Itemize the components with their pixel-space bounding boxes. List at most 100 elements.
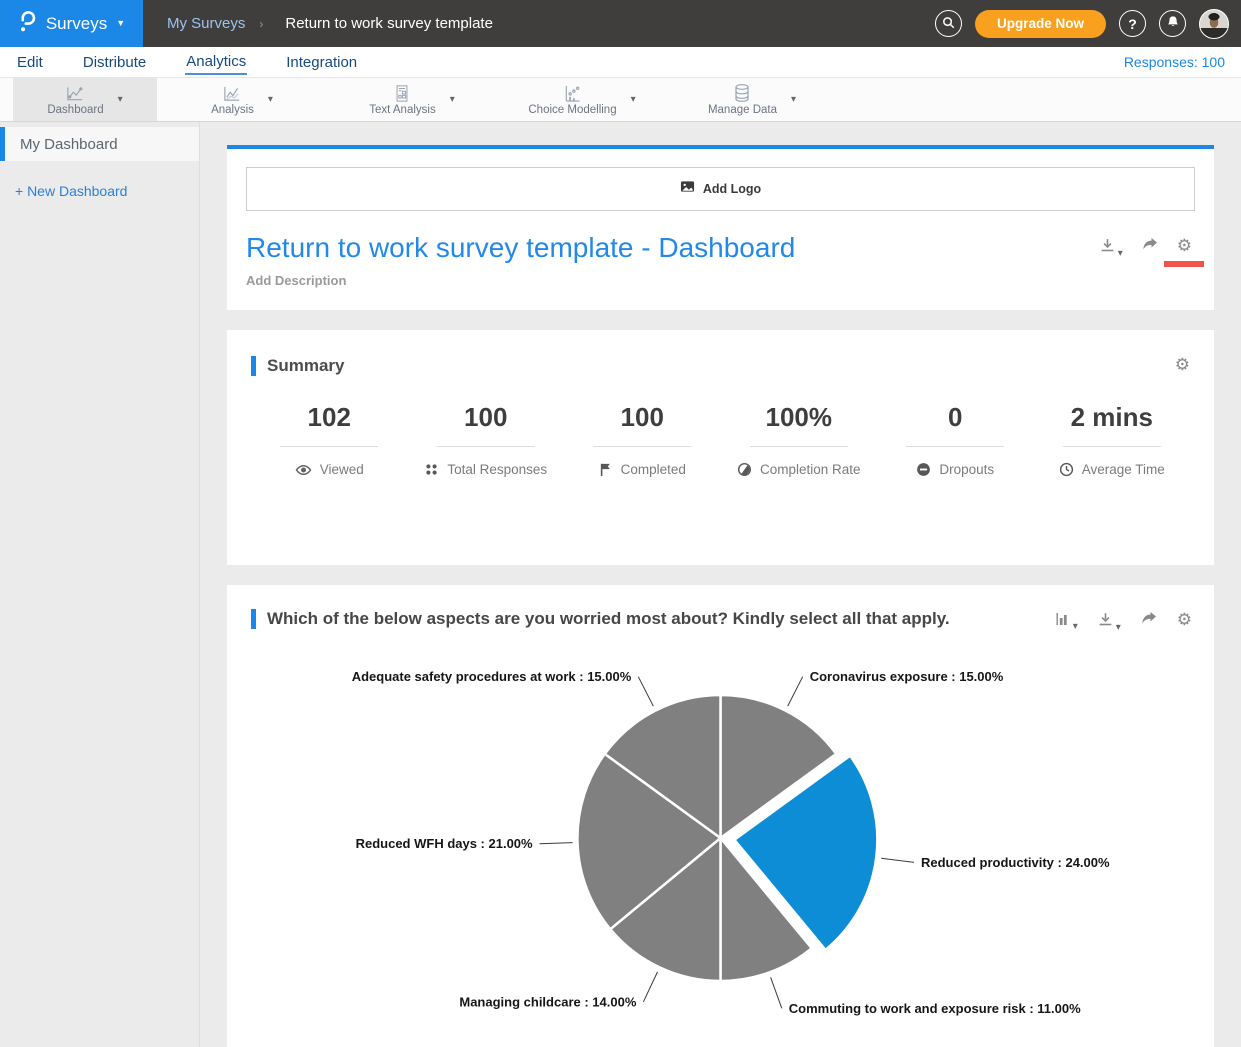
line-chart-icon (65, 84, 85, 103)
summary-settings-button[interactable]: ⚙ (1175, 356, 1190, 373)
summary-stat-viewed: 102 Viewed (251, 402, 408, 477)
stat-divider (906, 446, 1004, 447)
download-button[interactable]: ▾ (1097, 611, 1121, 633)
settings-button[interactable]: ⚙ (1177, 611, 1192, 628)
toolbar-item-choice-modelling[interactable]: Choice Modelling ▾ (497, 78, 667, 121)
dashboard-title[interactable]: Return to work survey template - Dashboa… (246, 233, 1195, 263)
add-logo-box[interactable]: Add Logo (246, 167, 1195, 211)
eye-icon (295, 463, 312, 477)
pie-label-commuting-to-work-and-exposure-risk: Commuting to work and exposure risk : 11… (789, 1001, 1081, 1016)
chevron-down-icon[interactable]: ▾ (631, 95, 636, 105)
download-icon (1099, 237, 1116, 259)
topbar: Surveys ▼ My Surveys › Return to work su… (0, 0, 1241, 47)
flag-icon (599, 462, 613, 477)
upgrade-now-button[interactable]: Upgrade Now (975, 10, 1106, 38)
pie-label-leader (788, 677, 803, 706)
gear-icon: ⚙ (1177, 611, 1192, 628)
image-icon (680, 179, 695, 199)
chevron-down-icon: ▾ (1118, 249, 1123, 259)
pie-label-leader (881, 858, 914, 862)
summary-stat-completion-rate: 100% Completion Rate (721, 402, 878, 477)
questionpro-logo-icon (18, 9, 37, 38)
share-icon (1140, 611, 1158, 632)
chevron-down-icon[interactable]: ▾ (450, 95, 455, 105)
stat-value: 100% (721, 402, 878, 433)
breadcrumb-current-page: Return to work survey template (285, 15, 493, 32)
dashboard-header-card: Add Logo Return to work survey template … (227, 145, 1214, 310)
pie-label-coronavirus-exposure: Coronavirus exposure : 15.00% (810, 669, 1004, 684)
pie-label-leader (643, 972, 657, 1002)
chart-type-button[interactable]: ▾ (1055, 611, 1078, 632)
stat-label: Completed (621, 462, 686, 477)
download-icon (1097, 611, 1114, 633)
pie-chart: Coronavirus exposure : 15.00% Reduced pro… (251, 637, 1190, 1037)
stat-divider (593, 446, 691, 447)
add-logo-label: Add Logo (703, 182, 761, 196)
responses-count-link[interactable]: Responses: 100 (1124, 54, 1225, 70)
toolbar-item-text-analysis[interactable]: Text Analysis ▾ (327, 78, 497, 121)
stat-label: Average Time (1082, 462, 1165, 477)
stat-label: Dropouts (939, 462, 994, 477)
product-name: Surveys (46, 14, 107, 34)
share-button[interactable] (1141, 237, 1159, 258)
stat-divider (750, 446, 848, 447)
summary-title: Summary (267, 356, 344, 376)
user-avatar[interactable] (1199, 9, 1229, 39)
stat-value: 100 (408, 402, 565, 433)
summary-stat-dropouts: 0 Dropouts (877, 402, 1034, 477)
breadcrumb: My Surveys › Return to work survey templ… (167, 15, 493, 32)
add-description-button[interactable]: Add Description (246, 273, 1195, 288)
settings-button[interactable]: ⚙ (1177, 237, 1192, 254)
sidebar-item-my-dashboard[interactable]: My Dashboard (0, 127, 199, 161)
toolbar-item-analysis[interactable]: Analysis ▾ (157, 78, 327, 121)
main-content: Add Logo Return to work survey template … (200, 122, 1241, 1047)
gear-icon: ⚙ (1175, 356, 1190, 373)
new-dashboard-button[interactable]: + New Dashboard (15, 183, 199, 199)
share-icon (1141, 237, 1159, 258)
stat-divider (280, 446, 378, 447)
share-button[interactable] (1140, 611, 1158, 632)
highlight-underline (1164, 261, 1204, 267)
search-button[interactable] (935, 10, 962, 37)
download-button[interactable]: ▾ (1099, 237, 1123, 259)
help-button[interactable]: ? (1119, 10, 1146, 37)
breadcrumb-separator: › (259, 17, 263, 31)
stat-label: Viewed (320, 462, 364, 477)
stat-value: 102 (251, 402, 408, 433)
stat-label: Completion Rate (760, 462, 861, 477)
text-document-icon (393, 84, 411, 103)
section-accent-bar (251, 609, 256, 629)
chevron-down-icon[interactable]: ▾ (268, 95, 273, 105)
half-circle-icon (737, 462, 752, 477)
chevron-down-icon[interactable]: ▾ (118, 95, 123, 105)
stat-divider (1063, 446, 1161, 447)
chevron-down-icon: ▾ (1073, 622, 1078, 632)
dashboard-sidebar: My Dashboard + New Dashboard (0, 122, 200, 1047)
toolbar-item-manage-data[interactable]: Manage Data ▾ (667, 78, 837, 121)
grid-dots-icon (424, 462, 439, 477)
pie-label-leader (771, 977, 782, 1008)
pie-label-managing-childcare: Managing childcare : 14.00% (459, 994, 636, 1009)
nav-tab-integration[interactable]: Integration (285, 51, 358, 74)
question-card: Which of the below aspects are you worri… (227, 585, 1214, 1047)
summary-header: Summary (251, 356, 1190, 376)
chevron-down-icon[interactable]: ▾ (791, 95, 796, 105)
nav-tab-edit[interactable]: Edit (16, 51, 44, 74)
toolbar-item-dashboard[interactable]: Dashboard ▾ (13, 78, 157, 121)
pie-label-leader (540, 843, 573, 844)
database-icon (732, 83, 752, 103)
pie-label-reduced-productivity: Reduced productivity : 24.00% (921, 855, 1110, 870)
nav-tab-distribute[interactable]: Distribute (82, 51, 147, 74)
nav-tab-analytics[interactable]: Analytics (185, 50, 247, 75)
topbar-actions: Upgrade Now ? (935, 0, 1229, 47)
clock-icon (1059, 462, 1074, 477)
bell-icon (1166, 15, 1180, 32)
breadcrumb-my-surveys[interactable]: My Surveys (167, 15, 245, 32)
minus-circle-icon (916, 462, 931, 477)
notifications-button[interactable] (1159, 10, 1186, 37)
app-logo[interactable]: Surveys ▼ (0, 0, 143, 47)
chevron-down-icon: ▼ (116, 19, 125, 28)
nav-tabs: Edit Distribute Analytics Integration (16, 50, 396, 75)
stat-value: 100 (564, 402, 721, 433)
summary-stat-total-responses: 100 Total Responses (408, 402, 565, 477)
